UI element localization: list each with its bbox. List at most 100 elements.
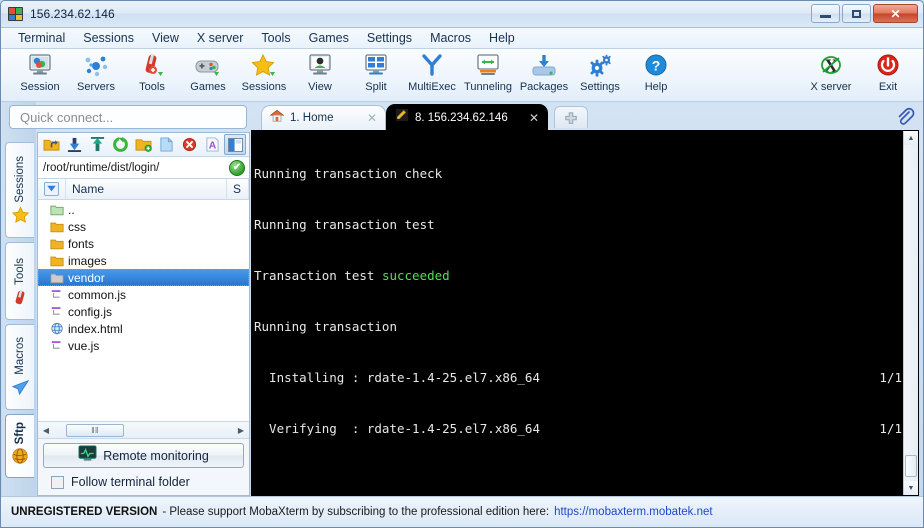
sort-indicator-icon[interactable] [38,179,66,199]
refresh-icon[interactable] [109,134,131,155]
hscroll-thumb[interactable]: ‖‖ [66,424,124,437]
rail-tab-sftp[interactable]: Sftp [5,414,34,478]
terminal-scrollbar[interactable]: ▲ ▼ [903,131,918,495]
sftp-browser-panel: A /root/runtime/dist/login/ ✔ [37,132,250,496]
toolbar-help-button[interactable]: ? Help [627,52,685,100]
rail-tab-tools-label: Tools [14,258,26,285]
remote-monitoring-button[interactable]: Remote monitoring [43,443,244,468]
upload-icon[interactable] [86,134,108,155]
follow-terminal-folder-row[interactable]: Follow terminal folder [43,475,244,489]
list-item[interactable]: fonts [38,235,249,252]
rail-tab-sessions[interactable]: Sessions [5,142,34,238]
terminal-span: Running transaction check [254,166,442,181]
file-list[interactable]: .. css fonts images [38,200,249,421]
toolbar-exit-button[interactable]: Exit [859,52,917,100]
maximize-icon [852,10,861,18]
maximize-button[interactable] [842,4,871,23]
menu-games[interactable]: Games [300,29,358,47]
menu-terminal[interactable]: Terminal [9,29,74,47]
menu-tools[interactable]: Tools [252,29,299,47]
follow-terminal-folder-checkbox[interactable] [51,476,64,489]
text-mode-icon[interactable]: A [201,134,223,155]
quick-connect-input[interactable]: Quick connect... [9,105,247,129]
menu-sessions[interactable]: Sessions [74,29,143,47]
file-name: css [68,220,86,234]
tab-home-label: 1. Home [290,112,333,124]
delete-icon[interactable] [178,134,200,155]
tab-home-close-icon[interactable]: ✕ [367,111,377,125]
list-item[interactable]: config.js [38,303,249,320]
tab-home[interactable]: 1. Home ✕ [261,105,386,130]
toolbar-multiexec-button[interactable]: MultiExec [403,52,461,100]
tab-ssh-session-close-icon[interactable]: ✕ [529,111,539,125]
menu-macros[interactable]: Macros [421,29,480,47]
new-file-icon[interactable] [155,134,177,155]
terminal-line: Transaction test succeeded [254,267,902,284]
file-name: .. [68,203,75,217]
terminal-scroll-thumb[interactable] [905,455,917,477]
rail-tab-macros[interactable]: Macros [5,324,34,410]
menu-bar: Terminal Sessions View X server Tools Ga… [1,28,923,49]
terminal-line [254,471,902,488]
file-name: fonts [68,237,94,251]
toolbar-view-button[interactable]: View [291,52,349,100]
toolbar-split-button[interactable]: Split [347,52,405,100]
terminal-span: Running transaction test [254,217,435,232]
folder-icon [48,221,66,233]
menu-settings[interactable]: Settings [358,29,421,47]
sftp-path-bar[interactable]: /root/runtime/dist/login/ ✔ [38,157,249,179]
menu-help[interactable]: Help [480,29,524,47]
terminal-span: Running transaction [254,319,397,334]
toolbar-packages-button[interactable]: Packages [515,52,573,100]
tab-ssh-session-label: 8. 156.234.62.146 [415,112,508,124]
list-item[interactable]: common.js [38,286,249,303]
toolbar-session-button[interactable]: Session [11,52,69,100]
list-item[interactable]: vue.js [38,337,249,354]
tab-ssh-session[interactable]: 8. 156.234.62.146 ✕ [386,104,548,130]
paperclip-icon[interactable] [895,107,915,132]
toolbar-sessions-label: Sessions [242,81,287,93]
file-list-hscrollbar[interactable]: ◀ ‖‖ ▶ [38,421,249,438]
mobaxterm-website-link[interactable]: https://mobaxterm.mobatek.net [554,506,713,518]
scroll-down-icon[interactable]: ▼ [904,481,918,495]
html-file-icon [48,322,66,335]
menu-view[interactable]: View [143,29,188,47]
parent-folder-icon[interactable] [40,134,62,155]
new-folder-icon[interactable] [132,134,154,155]
plus-icon [564,111,578,125]
column-header-size[interactable]: S [227,179,249,199]
scroll-up-icon[interactable]: ▲ [904,131,918,145]
rail-tab-tools[interactable]: Tools [5,242,34,320]
toolbar-settings-button[interactable]: Settings [571,52,629,100]
toolbar-servers-label: Servers [77,81,115,93]
list-item[interactable]: index.html [38,320,249,337]
file-name: config.js [68,305,112,319]
xserver-icon: X [816,52,846,80]
close-button[interactable]: ✕ [873,4,918,23]
list-item-selected[interactable]: vendor [38,269,249,286]
scroll-left-icon[interactable]: ◀ [40,426,52,435]
list-item[interactable]: css [38,218,249,235]
sftp-path-text: /root/runtime/dist/login/ [43,162,159,174]
session-icon [26,52,54,80]
sftp-footer: Remote monitoring Follow terminal folder [38,438,249,495]
toolbar-xserver-button[interactable]: X X server [802,52,860,100]
terminal-line: Running transaction check [254,165,902,182]
toggle-panel-icon[interactable] [224,134,246,155]
scroll-right-icon[interactable]: ▶ [235,426,247,435]
file-name: index.html [68,322,123,336]
toolbar-tools-button[interactable]: Tools [123,52,181,100]
download-icon[interactable] [63,134,85,155]
toolbar-tunneling-button[interactable]: Tunneling [459,52,517,100]
terminal-panel[interactable]: Running transaction check Running transa… [251,130,919,496]
toolbar-games-button[interactable]: Games [179,52,237,100]
ssh-pencil-icon [395,108,409,127]
new-tab-button[interactable] [554,106,588,128]
list-item[interactable]: .. [38,201,249,218]
toolbar-sessions-button[interactable]: Sessions [235,52,293,100]
minimize-button[interactable] [811,4,840,23]
list-item[interactable]: images [38,252,249,269]
menu-x-server[interactable]: X server [188,29,253,47]
column-header-name[interactable]: Name [66,179,227,199]
toolbar-servers-button[interactable]: Servers [67,52,125,100]
